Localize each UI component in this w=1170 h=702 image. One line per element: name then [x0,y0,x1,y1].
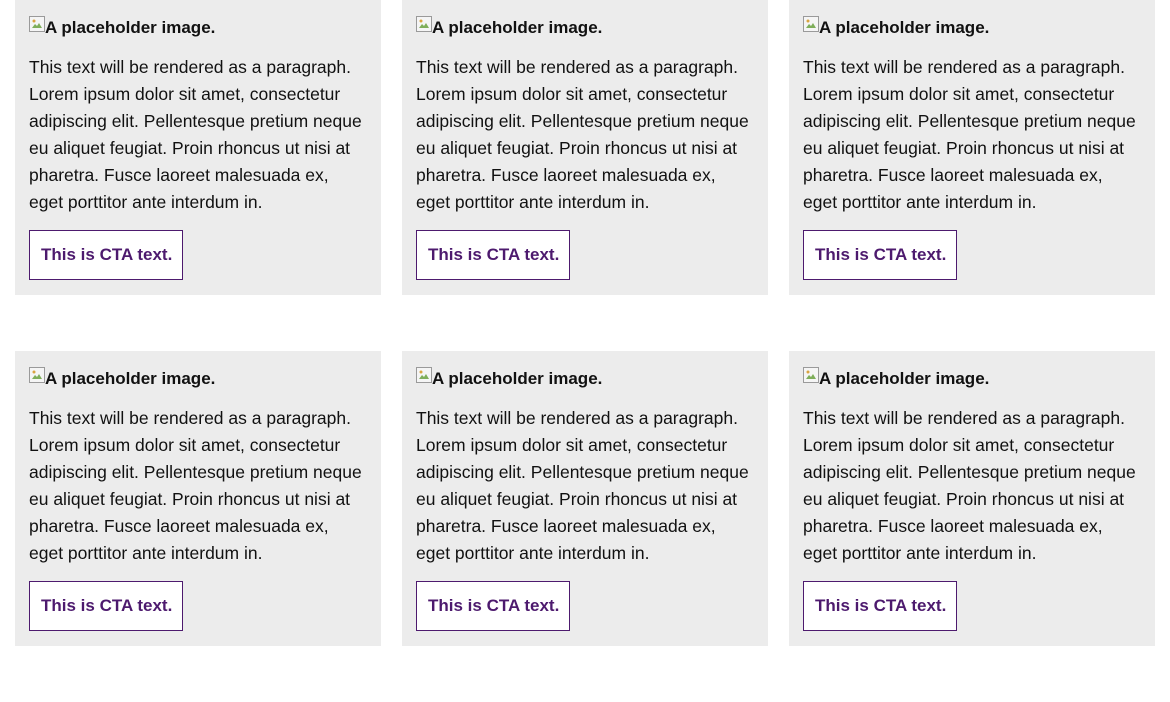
card: A placeholder image. This text will be r… [402,0,768,295]
image-alt-text: A placeholder image. [432,369,603,388]
placeholder-image: A placeholder image. [803,365,1141,393]
image-alt-text: A placeholder image. [432,18,603,37]
image-alt-text: A placeholder image. [819,18,990,37]
broken-image-icon [416,16,432,32]
card: A placeholder image. This text will be r… [402,351,768,646]
card: A placeholder image. This text will be r… [789,351,1155,646]
image-alt-text: A placeholder image. [45,369,216,388]
placeholder-image: A placeholder image. [416,365,754,393]
card-paragraph: This text will be rendered as a paragrap… [416,57,749,212]
broken-image-icon [29,367,45,383]
card-paragraph: This text will be rendered as a paragrap… [416,408,749,563]
cta-button[interactable]: This is CTA text. [416,230,571,280]
card: A placeholder image. This text will be r… [15,351,381,646]
placeholder-image: A placeholder image. [803,14,1141,42]
card-grid: A placeholder image. This text will be r… [0,0,1170,702]
card-paragraph: This text will be rendered as a paragrap… [803,57,1136,212]
cta-button[interactable]: This is CTA text. [803,581,958,631]
card: A placeholder image. This text will be r… [15,0,381,295]
image-alt-text: A placeholder image. [45,18,216,37]
placeholder-image: A placeholder image. [29,365,367,393]
placeholder-image: A placeholder image. [29,14,367,42]
image-alt-text: A placeholder image. [819,369,990,388]
broken-image-icon [803,367,819,383]
cta-button[interactable]: This is CTA text. [803,230,958,280]
cta-button[interactable]: This is CTA text. [416,581,571,631]
broken-image-icon [29,16,45,32]
card: A placeholder image. This text will be r… [789,0,1155,295]
card-paragraph: This text will be rendered as a paragrap… [29,408,362,563]
card-paragraph: This text will be rendered as a paragrap… [29,57,362,212]
cta-button[interactable]: This is CTA text. [29,581,184,631]
broken-image-icon [416,367,432,383]
cta-button[interactable]: This is CTA text. [29,230,184,280]
broken-image-icon [803,16,819,32]
card-paragraph: This text will be rendered as a paragrap… [803,408,1136,563]
placeholder-image: A placeholder image. [416,14,754,42]
